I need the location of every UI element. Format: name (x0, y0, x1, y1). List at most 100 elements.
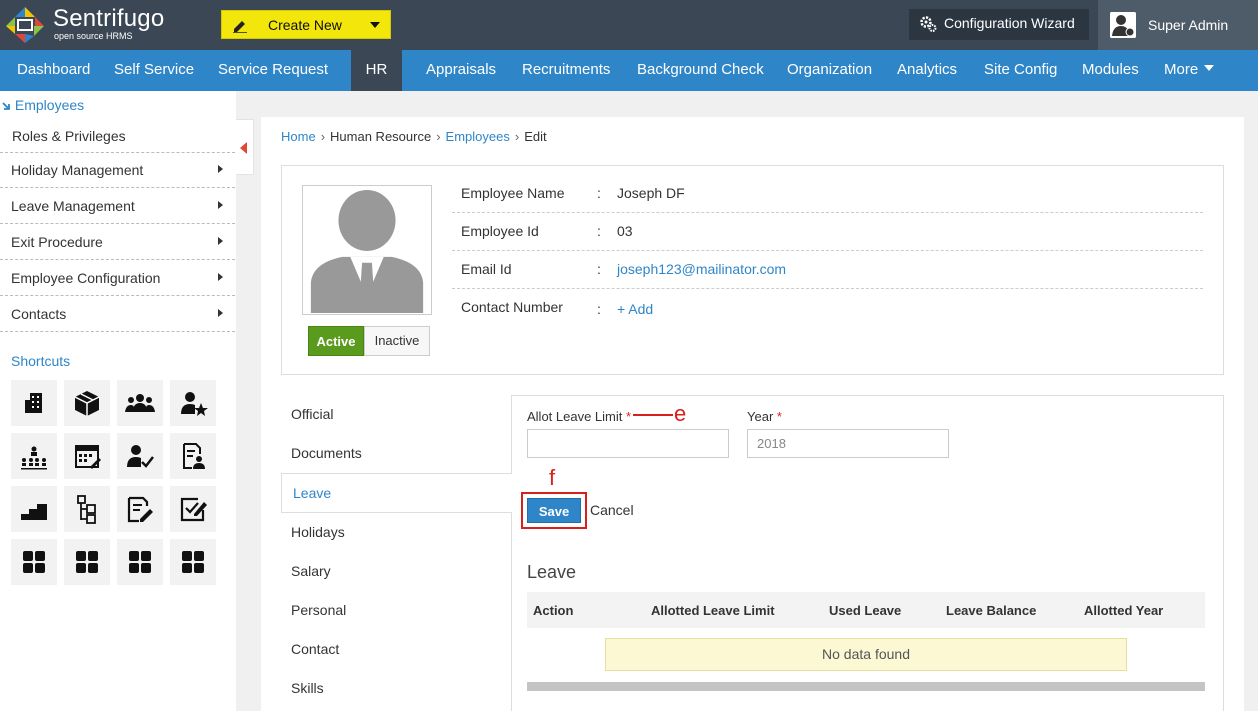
sidebar-item-contacts[interactable]: Contacts (0, 296, 235, 332)
nav-hr[interactable]: HR (351, 50, 402, 91)
gear-icon (920, 16, 937, 32)
sidebar-item-roles-privileges[interactable]: Roles & Privileges (0, 118, 235, 153)
add-contact-link[interactable]: + Add (617, 301, 653, 317)
shortcut-user-document[interactable] (170, 433, 216, 479)
cancel-button[interactable]: Cancel (590, 502, 634, 518)
shortcut-steps[interactable] (11, 486, 57, 532)
sidebar-item-holiday-management[interactable]: Holiday Management (0, 152, 235, 188)
sidebar-item-label: Contacts (11, 306, 67, 322)
team-icon (125, 394, 155, 412)
employee-photo-placeholder-icon[interactable] (302, 185, 432, 315)
sidebar-item-exit-procedure[interactable]: Exit Procedure (0, 224, 235, 260)
chevron-right-icon (218, 309, 223, 317)
shortcut-grid-4[interactable] (170, 539, 216, 585)
breadcrumb-employees[interactable]: Employees (446, 129, 510, 144)
tab-skills[interactable]: Skills (281, 669, 512, 709)
shortcut-user-check[interactable] (117, 433, 163, 479)
main-content: Home › Human Resource › Employees › Edit Activ… (261, 117, 1244, 711)
column-used-leave[interactable]: Used Leave (829, 603, 901, 618)
colon: : (597, 223, 601, 239)
tab-label: Personal (291, 602, 347, 618)
status-inactive-button[interactable]: Inactive (364, 326, 430, 356)
nav-service-request[interactable]: Service Request (218, 50, 328, 91)
required-mark: * (776, 409, 782, 424)
tab-official[interactable]: Official (281, 395, 512, 435)
shortcut-checklist-edit[interactable] (170, 486, 216, 532)
tree-document-icon (77, 495, 96, 524)
status-toggle: Active Inactive (308, 326, 430, 356)
tab-contact[interactable]: Contact (281, 630, 512, 670)
user-star-icon (181, 392, 208, 416)
nav-dashboard[interactable]: Dashboard (17, 50, 90, 91)
nav-recruitments[interactable]: Recruitments (522, 50, 610, 91)
calendar-icon (75, 445, 101, 469)
configuration-wizard-button[interactable]: Configuration Wizard (909, 9, 1089, 40)
tab-salary[interactable]: Salary (281, 552, 512, 592)
tab-documents[interactable]: Documents (281, 434, 512, 474)
shortcut-team[interactable] (117, 380, 163, 426)
shortcuts-title: Shortcuts (11, 353, 71, 369)
employee-name-label: Employee Name (461, 185, 565, 201)
shortcut-calendar[interactable] (64, 433, 110, 479)
shortcut-packages[interactable] (64, 380, 110, 426)
tab-label: Leave (293, 485, 332, 501)
sidebar-item-label: Exit Procedure (11, 234, 103, 250)
tab-label: Salary (291, 563, 331, 579)
chevron-right-icon (218, 165, 223, 173)
sidebar-section-employees[interactable]: Employees (2, 97, 84, 113)
year-input[interactable]: 2018 (747, 429, 949, 458)
sidebar-section-label: Employees (14, 97, 85, 113)
sidebar-item-employee-configuration[interactable]: Employee Configuration (0, 260, 235, 296)
main-nav: Dashboard Self Service Service Request H… (0, 50, 1258, 91)
shortcut-document-edit[interactable] (117, 486, 163, 532)
breadcrumb-separator: › (320, 129, 326, 144)
nav-appraisals[interactable]: Appraisals (426, 50, 496, 91)
shortcut-user-star[interactable] (170, 380, 216, 426)
top-header: Sentrifugo open source HRMS Create New C… (0, 0, 1258, 50)
sentrifugo-logo-icon[interactable] (4, 5, 46, 45)
shortcut-grid-2[interactable] (64, 539, 110, 585)
tab-holidays[interactable]: Holidays (281, 513, 512, 553)
shortcut-org-chart[interactable] (11, 433, 57, 479)
nav-site-config[interactable]: Site Config (984, 50, 1057, 91)
column-action[interactable]: Action (533, 603, 573, 618)
status-active-button[interactable]: Active (308, 326, 364, 356)
nav-more[interactable]: More (1164, 50, 1215, 91)
empty-table-message: No data found (605, 638, 1127, 671)
table-horizontal-scrollbar[interactable] (527, 682, 1205, 691)
tab-personal[interactable]: Personal (281, 591, 512, 631)
contact-number-label: Contact Number (461, 299, 563, 315)
email-value-link[interactable]: joseph123@mailinator.com (617, 261, 786, 277)
leave-table-title: Leave (527, 562, 577, 582)
shortcut-grid-1[interactable] (11, 539, 57, 585)
nav-organization[interactable]: Organization (787, 50, 872, 91)
configuration-wizard-label: Configuration Wizard (944, 15, 1075, 31)
nav-modules[interactable]: Modules (1082, 50, 1139, 91)
employee-id-label: Employee Id (461, 223, 539, 239)
create-new-button[interactable]: Create New (221, 10, 391, 39)
breadcrumb-home[interactable]: Home (281, 129, 316, 144)
save-button[interactable]: Save (527, 498, 581, 523)
allot-leave-limit-label: Allot Leave Limit * (527, 409, 631, 424)
shortcut-tree-document[interactable] (64, 486, 110, 532)
allot-leave-limit-input[interactable] (527, 429, 729, 458)
employee-contact-row: Contact Number : + Add (452, 289, 1203, 327)
chevron-down-icon (1204, 65, 1215, 72)
column-allotted-leave-limit[interactable]: Allotted Leave Limit (651, 603, 775, 618)
column-allotted-year[interactable]: Allotted Year (1084, 603, 1163, 618)
nav-analytics[interactable]: Analytics (897, 50, 957, 91)
sidebar-item-label: Employee Configuration (11, 270, 161, 286)
shortcut-building[interactable] (11, 380, 57, 426)
shortcut-grid-3[interactable] (117, 539, 163, 585)
user-menu[interactable]: Super Admin (1098, 0, 1258, 50)
column-leave-balance[interactable]: Leave Balance (946, 603, 1036, 618)
sidebar-item-leave-management[interactable]: Leave Management (0, 188, 235, 224)
save-button-highlight: Save (521, 492, 587, 529)
nav-background-check[interactable]: Background Check (637, 50, 764, 91)
sidebar-collapse-toggle[interactable] (236, 119, 254, 175)
employee-profile-card: Active Inactive Employee Name : Joseph D… (281, 165, 1224, 375)
tab-leave[interactable]: Leave (281, 473, 512, 513)
nav-self-service[interactable]: Self Service (114, 50, 194, 91)
collapse-left-icon (240, 142, 247, 154)
year-label: Year * (747, 409, 782, 424)
